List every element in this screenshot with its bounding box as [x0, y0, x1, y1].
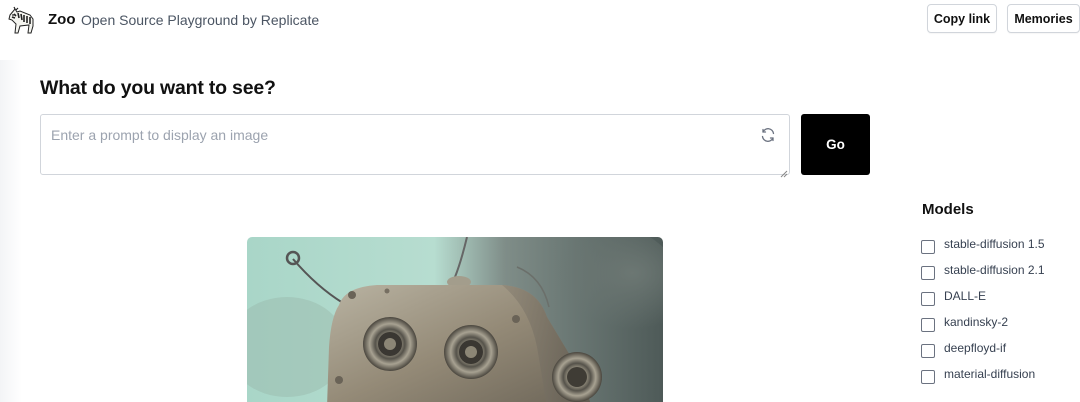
model-option-stable-diffusion-2-1[interactable]: stable-diffusion 2.1: [921, 262, 1045, 280]
model-option-kandinsky-2[interactable]: kandinsky-2: [921, 314, 1009, 332]
model-label: stable-diffusion 2.1: [944, 263, 1045, 277]
model-label: deepfloyd-if: [944, 341, 1007, 355]
model-checkbox[interactable]: [921, 370, 935, 384]
resize-handle-icon[interactable]: [780, 165, 788, 178]
zebra-icon: [6, 6, 36, 34]
model-label: DALL-E: [944, 289, 987, 303]
model-checkbox[interactable]: [921, 344, 935, 358]
model-checkbox[interactable]: [921, 240, 935, 254]
model-checkbox[interactable]: [921, 292, 935, 306]
model-option-stable-diffusion-1-5[interactable]: stable-diffusion 1.5: [921, 236, 1045, 254]
copy-link-button[interactable]: Copy link: [927, 4, 997, 33]
model-checkbox[interactable]: [921, 318, 935, 332]
model-checkbox[interactable]: [921, 266, 935, 280]
generated-image[interactable]: [247, 237, 663, 402]
model-label: stable-diffusion 1.5: [944, 237, 1045, 251]
prompt-field[interactable]: [40, 114, 790, 178]
model-label: material-diffusion: [944, 367, 1036, 381]
app-subtitle: Open Source Playground by Replicate: [81, 12, 320, 28]
model-option-dall-e[interactable]: DALL-E: [921, 288, 987, 306]
model-option-deepfloyd-if[interactable]: deepfloyd-if: [921, 340, 1007, 358]
model-label: kandinsky-2: [944, 315, 1009, 329]
page-edge-shadow: [0, 60, 22, 402]
memories-button[interactable]: Memories: [1007, 4, 1080, 33]
model-option-material-diffusion[interactable]: material-diffusion: [921, 366, 1036, 384]
prompt-input[interactable]: [51, 127, 741, 143]
go-button[interactable]: Go: [801, 114, 870, 175]
page-title: What do you want to see?: [40, 77, 276, 99]
models-title: Models: [922, 201, 974, 218]
app-brand[interactable]: Zoo: [48, 11, 76, 28]
refresh-icon[interactable]: [760, 127, 776, 143]
